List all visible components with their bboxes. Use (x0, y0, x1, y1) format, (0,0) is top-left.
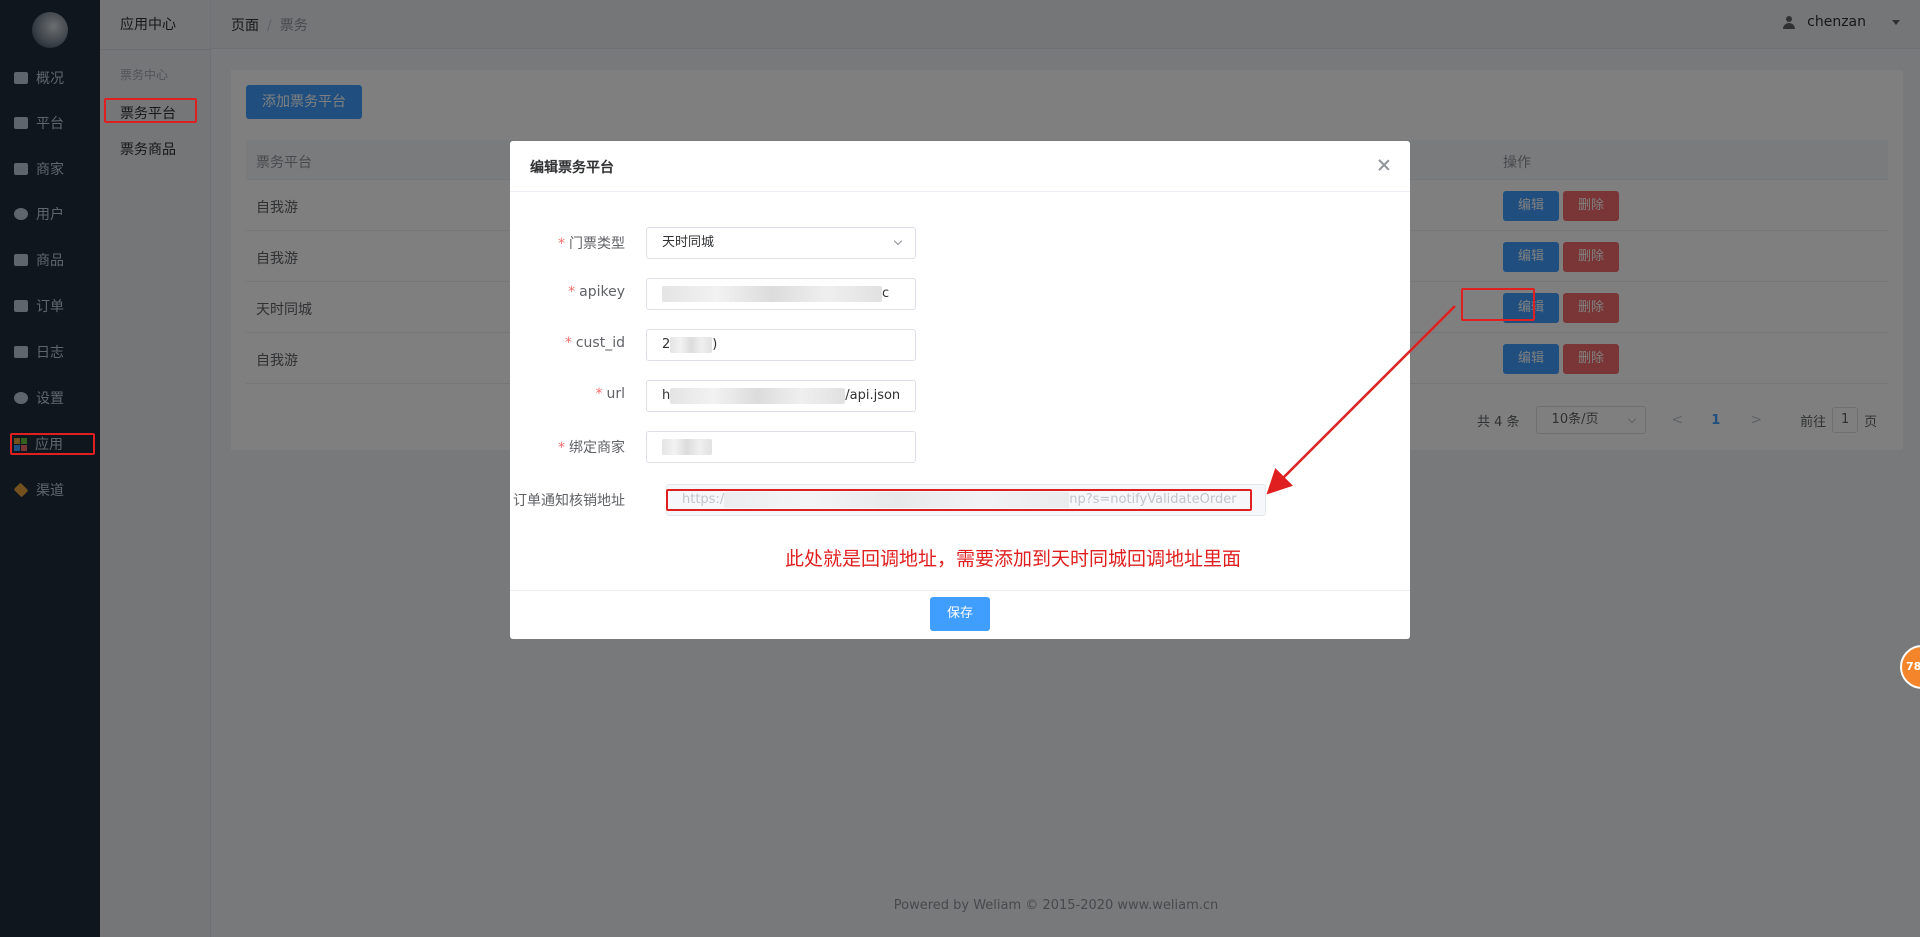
annotation-arrow (1266, 305, 1456, 495)
